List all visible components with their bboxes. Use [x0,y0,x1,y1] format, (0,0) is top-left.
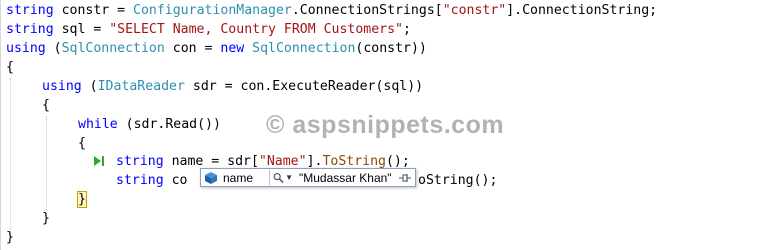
code-line-7[interactable]: while (sdr.Read()) [78,115,221,134]
code-line-12[interactable]: } [42,209,50,228]
method-name: ToString [322,154,386,169]
type-name: SqlConnection [252,41,356,56]
code-text: ].ConnectionString; [506,3,658,18]
debugger-datatip[interactable]: name ▼ "Mudassar Khan" [200,168,416,187]
string-literal: "SELECT Name, Country FROM Customers" [109,22,403,37]
watermark: © aspsnippets.com [266,111,505,139]
keyword: string [6,22,54,37]
indent-guide [46,116,47,216]
code-text: co [163,173,188,188]
code-text: (sdr.Read()) [117,117,221,132]
code-text: name = sdr[ [163,154,259,169]
code-text: oString(); [418,173,498,188]
code-line-4[interactable]: { [6,58,14,77]
brace: { [6,60,14,75]
brace: } [6,230,14,245]
magnifier-dropdown[interactable]: ▼ [273,170,293,186]
brace: { [78,136,86,151]
indent-guide [10,78,11,236]
code-text: sdr = con.ExecuteReader(sql)) [184,79,424,94]
code-text: constr = [53,3,134,18]
keyword: string [116,154,164,169]
magnifier-icon [273,172,284,183]
chevron-down-icon: ▼ [285,173,293,182]
type-name: SqlConnection [61,41,165,56]
type-name: ConfigurationManager [133,3,292,18]
keyword: string [6,3,54,18]
type-name: IDataReader [97,79,185,94]
code-line-2[interactable]: string sql = "SELECT Name, Country FROM … [6,20,411,39]
code-text: ( [81,79,98,94]
code-text: con = [164,41,221,56]
code-editor[interactable]: string constr = ConfigurationManager.Con… [0,0,760,250]
string-literal: "Name" [258,154,307,169]
matching-brace-highlight: } [77,191,87,208]
datatip-separator [269,170,270,185]
code-text: (); [385,154,410,169]
brace: { [42,98,50,113]
keyword: while [78,117,118,132]
code-line-6[interactable]: { [42,96,50,115]
code-text: .ConnectionStrings[ [291,3,443,18]
current-statement-arrow-icon [94,156,104,166]
code-line-10-tail[interactable]: oString(); [418,171,497,190]
keyword: new [220,41,245,56]
code-line-11[interactable]: } [77,190,87,209]
code-line-8[interactable]: { [78,134,86,153]
editor-gutter [0,0,5,250]
code-line-5[interactable]: using (IDataReader sdr = con.ExecuteRead… [42,77,423,96]
datatip-value[interactable]: "Mudassar Khan" [299,171,392,185]
code-text: ( [45,41,62,56]
string-literal: "constr" [442,3,507,18]
code-line-10[interactable]: string co [116,171,187,190]
keyword: using [6,41,46,56]
code-line-3[interactable]: using (SqlConnection con = new SqlConnec… [6,39,427,58]
variable-cube-icon [205,171,217,184]
code-line-13[interactable]: } [6,228,14,247]
code-text: sql = [53,22,110,37]
code-text: ]. [306,154,323,169]
pin-icon[interactable] [398,172,412,184]
code-text: ; [402,22,411,37]
datatip-variable-name: name [223,170,254,185]
keyword: string [116,173,164,188]
keyword: using [42,79,82,94]
code-text: (constr)) [355,41,427,56]
brace: } [42,211,50,226]
code-line-1[interactable]: string constr = ConfigurationManager.Con… [6,1,657,20]
